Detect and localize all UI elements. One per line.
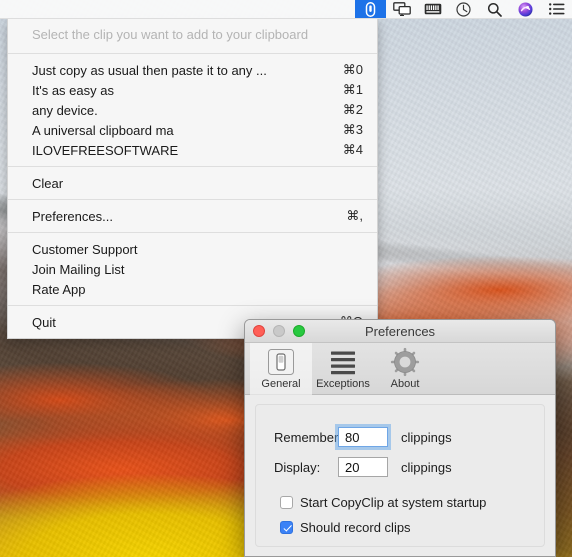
paperclip-icon [364,1,377,17]
menubar-item-spotlight[interactable] [479,0,510,18]
menu-item-shortcut: ⌘3 [342,122,363,137]
menu-item-label: Clear [32,175,64,191]
menu-item-label: A universal clipboard ma [32,122,174,138]
menu-item-clear[interactable]: Clear [8,173,377,193]
menu-item-label: Rate App [32,281,86,297]
window-controls [253,325,305,337]
menu-item-clip[interactable]: ILOVEFREESOFTWARE ⌘4 [8,140,377,160]
siri-icon [518,2,533,17]
menu-item-label: Quit [32,314,56,330]
gear-icon [390,346,420,377]
menu-item-join-mailing-list[interactable]: Join Mailing List [8,259,377,279]
menu-separator [8,166,377,167]
menu-group-links: Customer Support Join Mailing List Rate … [8,236,377,302]
menu-item-label: Preferences... [32,208,113,224]
menu-item-clip[interactable]: A universal clipboard ma ⌘3 [8,120,377,140]
menu-item-preferences[interactable]: Preferences... ⌘, [8,206,377,226]
menu-separator [8,53,377,54]
search-icon [487,2,502,17]
menu-bar [0,0,572,19]
record-clips-checkbox-row[interactable]: Should record clips [280,520,411,535]
switch-icon [266,346,296,377]
menubar-item-siri[interactable] [510,0,541,18]
menubar-item-keyboard[interactable] [417,0,448,18]
tab-general[interactable]: General [250,343,312,395]
keyboard-icon [424,3,442,15]
menu-item-shortcut: ⌘2 [342,102,363,117]
lines-icon [328,346,358,377]
tab-exceptions[interactable]: Exceptions [312,343,374,395]
menu-item-customer-support[interactable]: Customer Support [8,239,377,259]
remember-label: Remember: [274,429,342,445]
zoom-button[interactable] [293,325,305,337]
menu-item-label: Customer Support [32,241,138,257]
remember-field-row: Remember: clippings [274,424,452,450]
menu-item-shortcut: ⌘, [346,208,363,223]
menu-item-shortcut: ⌘1 [342,82,363,97]
menu-item-clip[interactable]: Just copy as usual then paste it to any … [8,60,377,80]
menu-group-preferences: Preferences... ⌘, [8,203,377,229]
display-label: Display: [274,459,321,475]
menubar-item-time-machine[interactable] [448,0,479,18]
preferences-toolbar: General Exceptions About [245,343,555,395]
display-clippings-input[interactable] [338,457,388,477]
menu-separator [8,305,377,306]
minimize-button[interactable] [273,325,285,337]
menu-group-clear: Clear [8,170,377,196]
menu-group-clips: Just copy as usual then paste it to any … [8,57,377,163]
display-suffix: clippings [401,459,452,475]
general-settings-panel: Remember: clippings Display: clippings S… [255,404,545,547]
menubar-item-screen-sharing[interactable] [386,0,417,18]
tab-exceptions-label: Exceptions [316,378,370,390]
close-button[interactable] [253,325,265,337]
record-clips-checkbox[interactable] [280,521,293,534]
remember-clippings-input[interactable] [335,424,391,450]
list-icon [548,3,565,15]
preferences-content-general: Remember: clippings Display: clippings S… [245,395,555,556]
startup-checkbox-label: Start CopyClip at system startup [300,495,487,510]
tab-about-label: About [390,378,420,390]
menu-item-shortcut: ⌘4 [342,142,363,157]
remember-suffix: clippings [401,429,452,445]
menu-item-label: Just copy as usual then paste it to any … [32,62,267,78]
startup-checkbox[interactable] [280,496,293,509]
menu-item-shortcut: ⌘0 [342,62,363,77]
menubar-item-notification-center[interactable] [541,0,572,18]
menu-item-label: Join Mailing List [32,261,125,277]
menubar-item-paperclip[interactable] [355,0,386,18]
menu-item-clip[interactable]: It's as easy as ⌘1 [8,80,377,100]
record-clips-checkbox-label: Should record clips [300,520,411,535]
menu-item-label: ILOVEFREESOFTWARE [32,142,179,158]
menu-separator [8,199,377,200]
display-field-row: Display: clippings [274,457,452,477]
screen-sharing-icon [392,2,411,16]
menu-separator [8,232,377,233]
desktop-screen: Select the clip you want to add to your … [0,0,572,557]
menu-item-label: It's as easy as [32,82,114,98]
menu-item-rate-app[interactable]: Rate App [8,279,377,299]
clock-icon [456,1,471,17]
menu-header-text: Select the clip you want to add to your … [8,19,377,50]
menu-item-label: any device. [32,102,98,118]
menu-item-clip[interactable]: any device. ⌘2 [8,100,377,120]
preferences-window: Preferences General Exceptions About Rem… [244,319,556,557]
preferences-titlebar[interactable]: Preferences [245,320,555,343]
tab-about[interactable]: About [374,343,436,395]
tab-general-label: General [261,378,301,390]
startup-checkbox-row[interactable]: Start CopyClip at system startup [280,495,486,510]
copyclip-dropdown-menu: Select the clip you want to add to your … [7,19,378,339]
